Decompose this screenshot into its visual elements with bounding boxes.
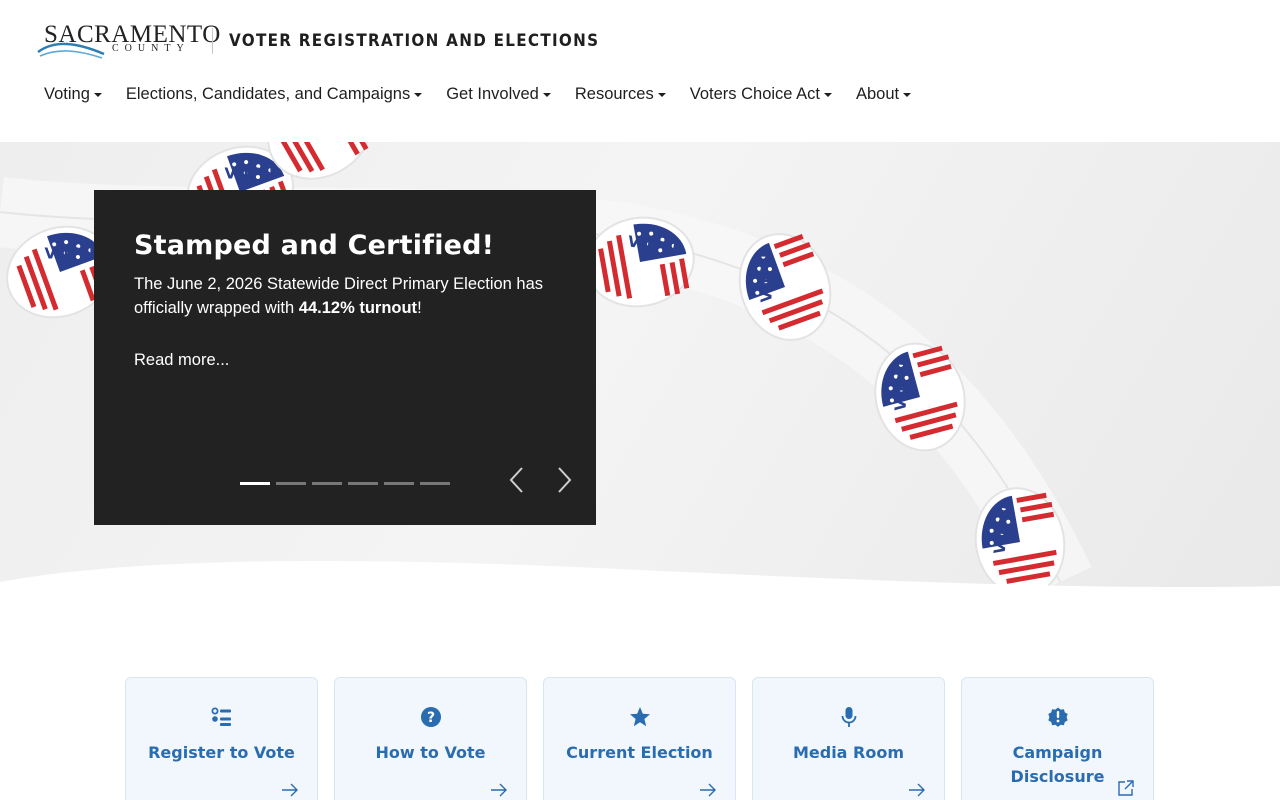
microphone-icon bbox=[841, 707, 856, 727]
header-divider bbox=[212, 28, 213, 54]
nav-item-voters-choice-act[interactable]: Voters Choice Act bbox=[690, 85, 832, 104]
carousel-indicator[interactable] bbox=[420, 482, 450, 485]
carousel-next-button[interactable] bbox=[553, 466, 575, 494]
nav-label: Resources bbox=[574, 85, 654, 103]
slide-title: Stamped and Certified! bbox=[134, 230, 495, 261]
campaign-disclosure-card[interactable]: Campaign Disclosure bbox=[961, 677, 1154, 800]
carousel-prev-button[interactable] bbox=[506, 466, 528, 494]
carousel-indicator[interactable] bbox=[240, 482, 270, 485]
arrow-right-icon bbox=[700, 783, 716, 797]
nav-item-voting[interactable]: Voting bbox=[44, 85, 102, 104]
site-title[interactable]: VOTER REGISTRATION AND ELECTIONS bbox=[229, 31, 599, 50]
nav-item-resources[interactable]: Resources bbox=[575, 85, 666, 104]
svg-text:?: ? bbox=[426, 710, 434, 726]
card-label: Media Room bbox=[792, 743, 905, 762]
star-icon bbox=[629, 707, 650, 727]
card-label: How to Vote bbox=[375, 743, 486, 762]
caret-down-icon bbox=[823, 92, 832, 97]
slide-body-suffix: ! bbox=[417, 299, 422, 317]
nav-item-elections[interactable]: Elections, Candidates, and Campaigns bbox=[125, 85, 423, 104]
arrow-right-icon bbox=[282, 783, 298, 797]
external-link-icon bbox=[1118, 780, 1134, 796]
caret-down-icon bbox=[657, 92, 666, 97]
question-circle-icon: ? bbox=[420, 707, 441, 727]
media-room-card[interactable]: Media Room bbox=[752, 677, 945, 800]
main-nav: Voting Elections, Candidates, and Campai… bbox=[44, 85, 935, 104]
carousel-indicator[interactable] bbox=[276, 482, 306, 485]
caret-down-icon bbox=[542, 92, 551, 97]
slide-body: The June 2, 2026 Statewide Direct Primar… bbox=[134, 272, 574, 320]
hero-carousel: VOTED Stamped and Certified! The June 2,… bbox=[0, 142, 1280, 602]
carousel-indicator[interactable] bbox=[384, 482, 414, 485]
nav-item-get-involved[interactable]: Get Involved bbox=[446, 85, 551, 104]
read-more-link[interactable]: Read more... bbox=[134, 351, 229, 370]
list-icon bbox=[211, 707, 231, 726]
nav-item-about[interactable]: About bbox=[855, 85, 912, 104]
arrow-right-icon bbox=[909, 783, 925, 797]
chevron-left-icon bbox=[509, 467, 523, 493]
caret-down-icon bbox=[414, 92, 423, 97]
caret-down-icon bbox=[93, 92, 102, 97]
arrow-right-icon bbox=[491, 783, 507, 797]
caret-down-icon bbox=[903, 92, 912, 97]
nav-label: Get Involved bbox=[446, 85, 539, 103]
nav-label: Voters Choice Act bbox=[689, 85, 820, 103]
how-to-vote-card[interactable]: ? How to Vote bbox=[334, 677, 527, 800]
carousel-indicator[interactable] bbox=[312, 482, 342, 485]
quick-links: Register to Vote ? How to Vote Current E… bbox=[125, 677, 1154, 800]
nav-label: About bbox=[855, 85, 900, 103]
card-label: Register to Vote bbox=[148, 743, 295, 762]
carousel-caption: Stamped and Certified! The June 2, 2026 … bbox=[94, 190, 596, 525]
card-label: Current Election bbox=[566, 743, 713, 762]
hero-wave-divider bbox=[0, 560, 1280, 610]
sacramento-county-logo[interactable]: SACRAMENTO COUNTY bbox=[36, 21, 220, 60]
carousel-indicators bbox=[240, 482, 450, 485]
carousel-indicator[interactable] bbox=[348, 482, 378, 485]
nav-label: Elections, Candidates, and Campaigns bbox=[125, 85, 411, 103]
chevron-right-icon bbox=[558, 467, 572, 493]
nav-label: Voting bbox=[44, 85, 90, 103]
logo-county: COUNTY bbox=[112, 43, 190, 54]
current-election-card[interactable]: Current Election bbox=[543, 677, 736, 800]
register-to-vote-card[interactable]: Register to Vote bbox=[125, 677, 318, 800]
site-header: SACRAMENTO COUNTY VOTER REGISTRATION AND… bbox=[0, 0, 1280, 142]
exclamation-badge-icon bbox=[1047, 707, 1068, 727]
turnout-value: 44.12% turnout bbox=[298, 299, 418, 317]
